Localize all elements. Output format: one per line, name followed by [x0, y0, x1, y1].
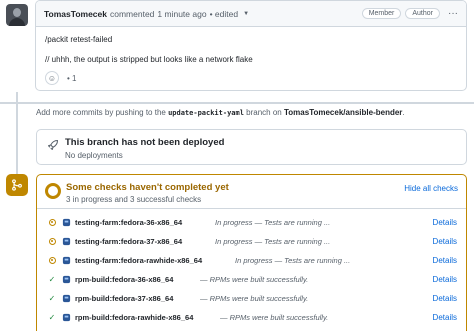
push-hint-prefix: Add more commits by pushing to the — [36, 108, 166, 117]
check-row: testing-farm:fedora-37-x86_64 In progress… — [37, 232, 466, 251]
branch-name: update-packit-yaml — [168, 109, 244, 117]
details-link[interactable]: Details — [433, 218, 457, 227]
comment-time[interactable]: 1 minute ago — [157, 9, 206, 19]
kebab-menu-icon[interactable]: ··· — [448, 8, 458, 19]
hide-all-checks-link[interactable]: Hide all checks — [404, 184, 458, 193]
deployment-subtitle: No deployments — [65, 151, 123, 160]
add-reaction-icon[interactable]: ☺ — [45, 71, 59, 85]
check-description: In progress — Tests are running ... — [235, 256, 351, 265]
pending-status-icon — [45, 183, 61, 199]
check-description: — RPMs were built successfully. — [200, 275, 309, 284]
check-row: testing-farm:fedora-rawhide-x86_64 In pro… — [37, 251, 466, 270]
reactions-bar: ☺ • 1 — [45, 71, 76, 85]
check-row: ✓ rpm-build:fedora-rawhide-x86_64 — RPMs w… — [37, 308, 466, 327]
checks-header: Some checks haven't completed yet 3 in p… — [37, 175, 466, 209]
comment-line: /packit retest-failed — [45, 35, 113, 44]
comment-header: TomasTomecek commented 1 minute ago • ed… — [36, 1, 466, 27]
author-badge: Author — [405, 8, 440, 19]
checks-title: Some checks haven't completed yet — [66, 182, 229, 193]
reaction-count-value: 1 — [72, 73, 77, 83]
push-hint-suffix: . — [402, 108, 405, 117]
details-link[interactable]: Details — [433, 294, 457, 303]
packit-app-icon — [62, 313, 71, 322]
check-name: rpm-build:fedora-rawhide-x86_64 — [75, 313, 194, 322]
check-description: In progress — Tests are running ... — [215, 237, 331, 246]
git-merge-icon — [6, 174, 28, 196]
packit-app-icon — [62, 256, 71, 265]
packit-app-icon — [62, 275, 71, 284]
comment-author[interactable]: TomasTomecek — [44, 9, 107, 19]
check-row: testing-farm:fedora-36-x86_64 In progress… — [37, 213, 466, 232]
check-name: testing-farm:fedora-rawhide-x86_64 — [75, 256, 203, 265]
pending-dot-icon — [48, 219, 56, 227]
push-hint: Add more commits by pushing to the updat… — [36, 108, 405, 117]
details-link[interactable]: Details — [433, 237, 457, 246]
avatar[interactable] — [6, 4, 28, 26]
check-row: ✓ rpm-build:fedora-36-x86_64 — RPMs were b… — [37, 270, 466, 289]
comment-edited[interactable]: • edited — [210, 9, 239, 19]
check-name: rpm-build:fedora-37-x86_64 — [75, 294, 174, 303]
packit-app-icon — [62, 237, 71, 246]
checks-subtitle: 3 in progress and 3 successful checks — [66, 195, 202, 204]
rocket-icon — [47, 139, 59, 151]
member-badge: Member — [361, 8, 402, 19]
check-icon: ✓ — [48, 275, 56, 284]
check-icon: ✓ — [48, 294, 56, 303]
check-icon: ✓ — [48, 313, 56, 322]
check-description: In progress — Tests are running ... — [215, 218, 331, 227]
details-link[interactable]: Details — [433, 256, 457, 265]
check-row: ✓ rpm-build:fedora-37-x86_64 — RPMs were b… — [37, 289, 466, 308]
check-name: rpm-build:fedora-36-x86_64 — [75, 275, 174, 284]
packit-app-icon — [62, 294, 71, 303]
checks-box: Some checks haven't completed yet 3 in p… — [36, 174, 467, 331]
divider — [0, 102, 474, 104]
details-link[interactable]: Details — [433, 275, 457, 284]
reaction-count[interactable]: • 1 — [67, 74, 76, 83]
repo-link[interactable]: TomasTomecek/ansible-bender — [284, 108, 402, 117]
check-name: testing-farm:fedora-37-x86_64 — [75, 237, 183, 246]
comment-action: commented — [110, 8, 155, 19]
push-hint-middle: branch on — [246, 108, 282, 117]
packit-app-icon — [62, 218, 71, 227]
check-description: — RPMs were built successfully. — [220, 313, 329, 322]
comment-line: // uhhh, the output is stripped but look… — [45, 55, 253, 64]
comment-body: /packit retest-failed // uhhh, the outpu… — [36, 27, 466, 64]
deployment-title: This branch has not been deployed — [65, 137, 225, 148]
check-name: testing-farm:fedora-36-x86_64 — [75, 218, 183, 227]
check-description: — RPMs were built successfully. — [200, 294, 309, 303]
deployment-box: This branch has not been deployed No dep… — [36, 129, 467, 165]
pending-dot-icon — [48, 238, 56, 246]
pending-dot-icon — [48, 257, 56, 265]
comment-box: TomasTomecek commented 1 minute ago • ed… — [35, 0, 467, 91]
details-link[interactable]: Details — [433, 313, 457, 322]
chevron-down-icon[interactable]: ▼ — [243, 11, 249, 17]
